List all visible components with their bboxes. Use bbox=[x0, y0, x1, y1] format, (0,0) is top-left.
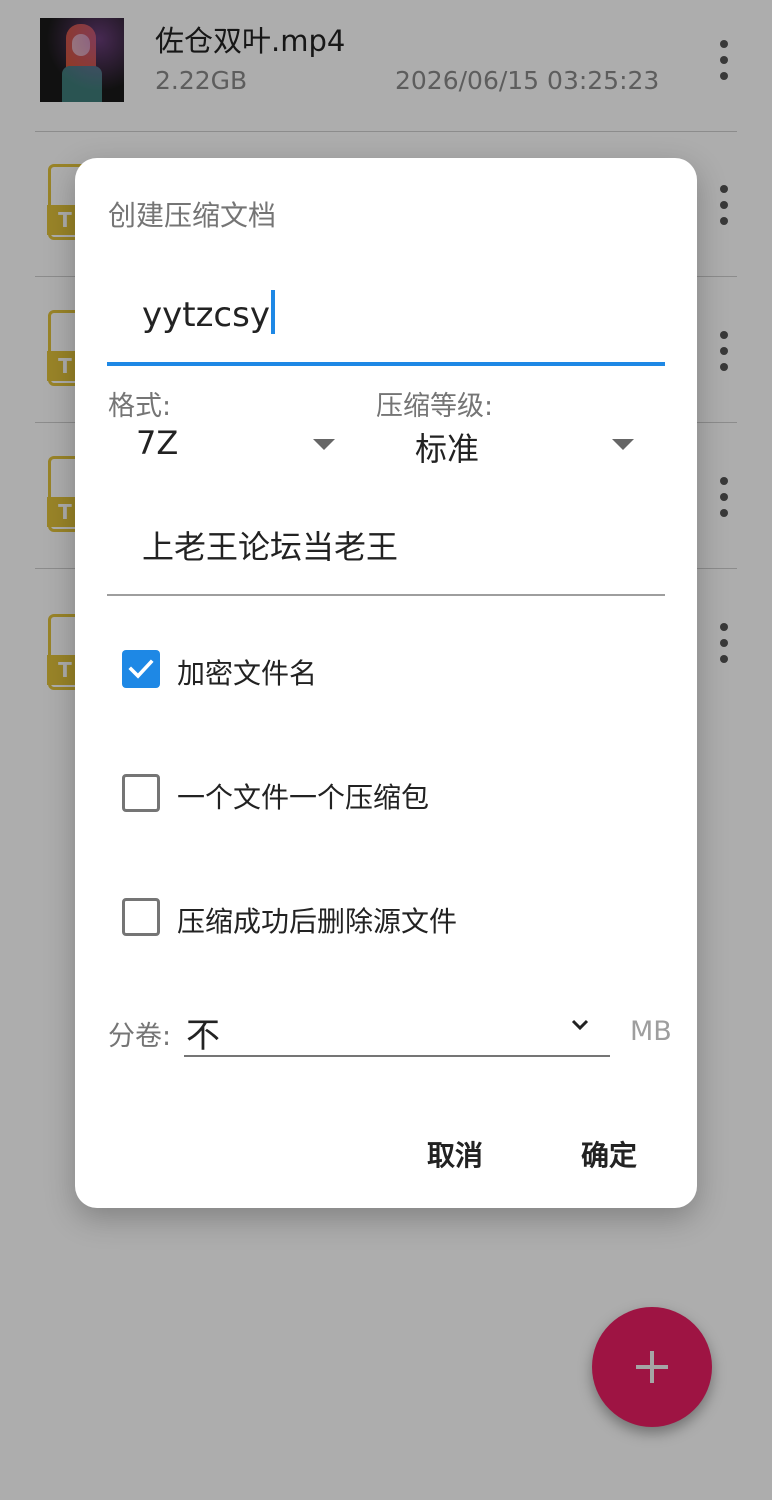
delete-source-checkbox[interactable] bbox=[122, 898, 160, 936]
format-value: 7Z bbox=[136, 424, 179, 462]
format-select[interactable]: 7Z bbox=[108, 420, 338, 470]
input-underline bbox=[107, 362, 665, 366]
password-value: 上老王论坛当老王 bbox=[142, 528, 399, 566]
split-volume-label: 分卷: bbox=[108, 1021, 172, 1052]
format-label: 格式: bbox=[108, 391, 172, 422]
delete-source-label: 压缩成功后删除源文件 bbox=[177, 905, 458, 938]
split-volume-value: 不 bbox=[186, 1016, 220, 1056]
confirm-button[interactable]: 确定 bbox=[573, 1130, 645, 1178]
input-underline bbox=[107, 594, 665, 596]
dialog-title: 创建压缩文档 bbox=[108, 199, 277, 232]
screen: 佐仓双叶.mp4 2.22GB 2026/06/15 03:25:23 T T … bbox=[0, 0, 772, 1500]
text-caret bbox=[270, 290, 275, 334]
encrypt-filenames-label: 加密文件名 bbox=[177, 657, 318, 690]
cancel-button[interactable]: 取消 bbox=[419, 1130, 491, 1178]
delete-source-option[interactable]: 压缩成功后删除源文件 bbox=[120, 888, 640, 948]
input-underline bbox=[184, 1055, 610, 1057]
compression-level-select[interactable]: 标准 bbox=[390, 420, 640, 470]
one-archive-per-file-label: 一个文件一个压缩包 bbox=[177, 781, 430, 814]
dropdown-arrow-icon bbox=[612, 439, 634, 450]
check-icon bbox=[128, 659, 154, 679]
compression-level-label: 压缩等级: bbox=[376, 391, 494, 422]
one-archive-per-file-checkbox[interactable] bbox=[122, 774, 160, 812]
split-volume-select[interactable]: 不 bbox=[184, 1004, 610, 1057]
password-input[interactable]: 上老王论坛当老王 bbox=[107, 498, 665, 596]
archive-name-input[interactable]: yytzcsy bbox=[107, 276, 665, 366]
chevron-down-icon bbox=[571, 1019, 589, 1031]
split-unit-label: MB bbox=[630, 1016, 672, 1047]
compression-level-value: 标准 bbox=[415, 430, 480, 468]
one-archive-per-file-option[interactable]: 一个文件一个压缩包 bbox=[120, 764, 640, 824]
encrypt-filenames-checkbox[interactable] bbox=[122, 650, 160, 688]
archive-name-value: yytzcsy bbox=[142, 295, 270, 335]
create-archive-dialog: 创建压缩文档 yytzcsy 格式: 压缩等级: 7Z 标准 上老王论坛当老王 bbox=[75, 158, 697, 1208]
dropdown-arrow-icon bbox=[313, 439, 335, 450]
encrypt-filenames-option[interactable]: 加密文件名 bbox=[120, 640, 640, 700]
